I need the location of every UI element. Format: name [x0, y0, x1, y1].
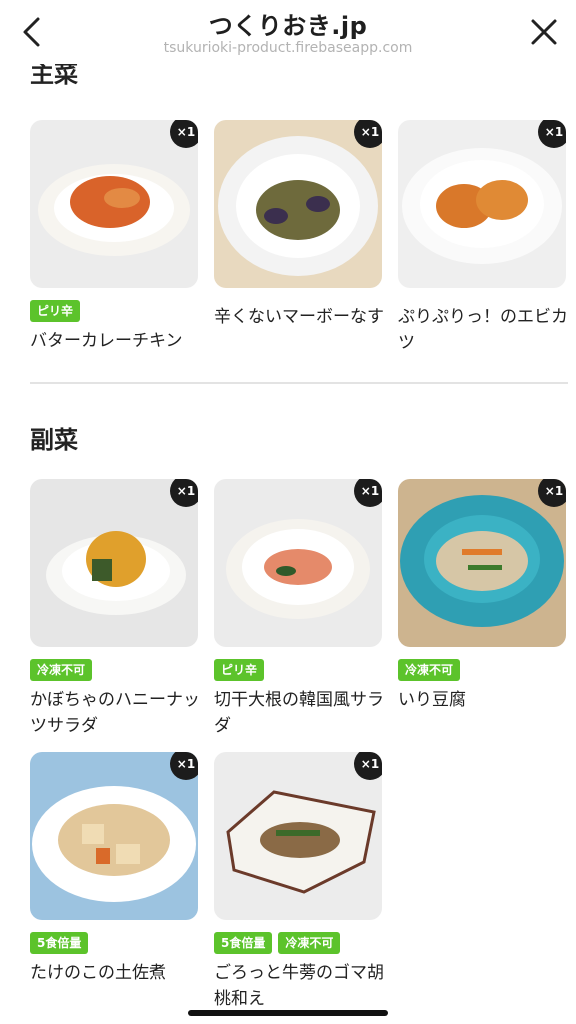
tag-list: 冷凍不可: [398, 659, 568, 681]
tag: 冷凍不可: [398, 659, 461, 681]
dish-photo[interactable]: ×1: [214, 752, 382, 920]
section-divider: [30, 382, 568, 384]
dish-card[interactable]: ×1 ピリ辛 切干大根の韓国風サラダ: [214, 479, 384, 739]
dish-card[interactable]: ×1 5食倍量 冷凍不可 ごろっと牛蒡のゴマ胡桃和え: [214, 752, 384, 1012]
dish-photo[interactable]: ×1: [214, 120, 382, 288]
dish-name[interactable]: いり豆腐: [398, 687, 568, 713]
dish-card[interactable]: ×1 ぷりぷりっ！のエビカツ: [398, 120, 568, 356]
tag-list: 5食倍量 冷凍不可: [214, 932, 384, 954]
content-area[interactable]: 主菜 ×1 ピリ辛 バターカレーチキン ×1 辛くないマーボーなす ×1 ぷりぷ…: [0, 64, 576, 1024]
tag: ピリ辛: [30, 300, 81, 322]
dish-card[interactable]: ×1 5食倍量 たけのこの土佐煮: [30, 752, 200, 986]
top-bar: つくりおき.jp tsukurioki-product.firebaseapp.…: [0, 0, 576, 64]
tag: 冷凍不可: [278, 932, 341, 954]
tag: 冷凍不可: [30, 659, 93, 681]
tag: 5食倍量: [214, 932, 273, 954]
dish-card[interactable]: ×1 辛くないマーボーなす: [214, 120, 384, 330]
section-title-side: 副菜: [30, 426, 78, 454]
page-title: つくりおき.jp: [208, 12, 368, 40]
dish-name[interactable]: 切干大根の韓国風サラダ: [214, 687, 384, 739]
dish-name[interactable]: たけのこの土佐煮: [30, 960, 200, 986]
home-indicator[interactable]: [188, 1010, 388, 1016]
dish-name[interactable]: かぼちゃのハニーナッツサラダ: [30, 687, 200, 739]
dish-photo[interactable]: ×1: [30, 479, 198, 647]
dish-photo[interactable]: ×1: [398, 479, 566, 647]
dish-name[interactable]: バターカレーチキン: [30, 328, 200, 354]
section-title-main: 主菜: [30, 64, 78, 88]
dish-photo[interactable]: ×1: [30, 120, 198, 288]
page-url: tsukurioki-product.firebaseapp.com: [163, 40, 413, 56]
dish-card[interactable]: ×1 冷凍不可 いり豆腐: [398, 479, 568, 713]
dish-photo[interactable]: ×1: [214, 479, 382, 647]
tag-list: ピリ辛: [214, 659, 384, 681]
close-icon[interactable]: [530, 18, 558, 46]
dish-name[interactable]: ごろっと牛蒡のゴマ胡桃和え: [214, 960, 384, 1012]
tag-list: 冷凍不可: [30, 659, 200, 681]
tag-list: ピリ辛: [30, 300, 200, 322]
dish-photo[interactable]: ×1: [398, 120, 566, 288]
tag: ピリ辛: [214, 659, 265, 681]
dish-name[interactable]: 辛くないマーボーなす: [214, 304, 384, 330]
tag-list: 5食倍量: [30, 932, 200, 954]
dish-photo[interactable]: ×1: [30, 752, 198, 920]
dish-card[interactable]: ×1 ピリ辛 バターカレーチキン: [30, 120, 200, 354]
dish-name[interactable]: ぷりぷりっ！のエビカツ: [398, 304, 568, 356]
tag: 5食倍量: [30, 932, 89, 954]
dish-card[interactable]: ×1 冷凍不可 かぼちゃのハニーナッツサラダ: [30, 479, 200, 739]
